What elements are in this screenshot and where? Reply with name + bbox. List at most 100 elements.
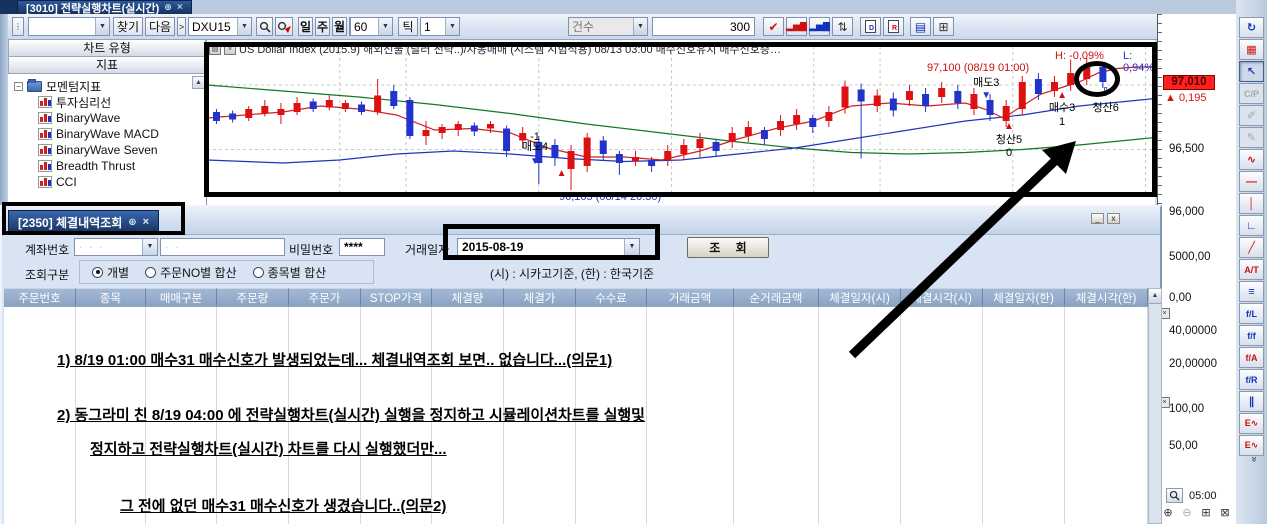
radio-개별[interactable]: 개별 <box>92 264 129 281</box>
bar-count-input[interactable] <box>652 17 755 36</box>
tab-execution-history[interactable]: [2350] 체결내역조회 ⊕ × <box>8 210 159 233</box>
tree-item-BinaryWave Seven[interactable]: BinaryWave Seven <box>14 142 206 158</box>
tree-item-BinaryWave MACD[interactable]: BinaryWave MACD <box>14 126 206 142</box>
column-header-체결일자(한)[interactable]: 체결일자(한) <box>983 288 1065 306</box>
axis-zoom-icon-3[interactable]: ⊠ <box>1217 506 1233 521</box>
tick-button[interactable]: 틱 <box>398 17 418 36</box>
link-icon[interactable]: ⊕ <box>164 2 172 13</box>
zoom-search-button[interactable] <box>1166 488 1183 503</box>
vertical-line-tool-icon[interactable]: │ <box>1239 193 1264 214</box>
angle-line-tool-icon[interactable]: ∟ <box>1239 215 1264 236</box>
tree-item-투자심리선[interactable]: 투자심리선 <box>14 94 206 110</box>
fib-fan-icon[interactable]: f/f <box>1239 325 1264 346</box>
tree-scroll-up-icon[interactable]: ▲ <box>192 76 205 89</box>
chevron-down-icon[interactable]: ▼ <box>378 18 392 35</box>
doc-d-icon[interactable]: D <box>860 17 881 36</box>
column-header-매매구분[interactable]: 매매구분 <box>146 288 217 306</box>
column-header-체결량[interactable]: 체결량 <box>432 288 504 306</box>
fib-arc-icon[interactable]: f/A <box>1239 347 1264 368</box>
segment-tool-icon[interactable]: — <box>1239 171 1264 192</box>
signal-check-icon[interactable]: ✔ <box>763 17 784 36</box>
chevron-down-icon[interactable]: ▼ <box>237 18 251 35</box>
chevron-down-icon[interactable]: ▼ <box>624 239 639 255</box>
column-header-순거래금액[interactable]: 순거래금액 <box>734 288 819 306</box>
parallel-lines-icon[interactable]: ∥ <box>1239 391 1264 412</box>
search-button[interactable] <box>256 17 273 36</box>
radio-주문NO별 합산[interactable]: 주문NO별 합산 <box>145 264 237 281</box>
next-button[interactable]: 다음 <box>145 17 175 36</box>
symbol-search-combobox[interactable]: ▼ <box>28 17 110 36</box>
bar-chart-blue-icon[interactable]: ▂▅▇ <box>809 17 830 36</box>
period-button-월[interactable]: 월 <box>332 17 347 36</box>
period-button-주[interactable]: 주 <box>315 17 330 36</box>
crosshair-tool-icon[interactable]: C/P <box>1239 83 1264 104</box>
tree-item-CCI[interactable]: CCI <box>14 174 206 190</box>
column-header-체결일자(시)[interactable]: 체결일자(시) <box>819 288 901 306</box>
query-button[interactable]: 조 회 <box>687 237 769 258</box>
sort-updown-icon[interactable]: ⇅ <box>832 17 853 36</box>
interval-combobox[interactable]: 60▼ <box>350 17 393 36</box>
chevron-down-icon[interactable]: ▼ <box>142 239 157 255</box>
sidebar-chart-type-header[interactable]: 차트 유형 <box>8 40 206 57</box>
chevron-down-icon[interactable]: ▼ <box>445 18 459 35</box>
collapse-icon[interactable]: − <box>14 82 23 91</box>
panel-minimize-button[interactable]: _ <box>1091 213 1104 224</box>
column-header-주문가[interactable]: 주문가 <box>289 288 361 306</box>
link-icon[interactable]: ⊕ <box>128 217 136 228</box>
column-header-거래금액[interactable]: 거래금액 <box>647 288 734 306</box>
column-header-종목[interactable]: 종목 <box>76 288 146 306</box>
candlestick-chart[interactable]: ▤ × US Dollar Index (2015.9) 해외선물 (달러 전략… <box>207 40 1155 205</box>
tick-count-combobox[interactable]: 1▼ <box>420 17 460 36</box>
chevron-down-icon[interactable]: ▼ <box>95 18 109 35</box>
diagonal-line-tool-icon[interactable]: ╱ <box>1239 237 1264 258</box>
tree-item-BinaryWave[interactable]: BinaryWave <box>14 110 206 126</box>
panel-titlebar[interactable]: [2350] 체결내역조회 ⊕ × _ x <box>2 207 1160 235</box>
close-icon[interactable]: × <box>143 216 149 228</box>
fib-level-icon[interactable]: f/L <box>1239 303 1264 324</box>
count-combobox[interactable]: 건수▼ <box>568 17 648 36</box>
bar-chart-red-icon[interactable]: ▂▅▇ <box>786 17 807 36</box>
column-header-STOP가격[interactable]: STOP가격 <box>361 288 432 306</box>
panel-close-button[interactable]: x <box>1107 213 1120 224</box>
column-header-체결시각(한)[interactable]: 체결시각(한) <box>1065 288 1148 306</box>
cursor-tool-icon[interactable]: ↖ <box>1239 61 1264 82</box>
period-button-일[interactable]: 일 <box>298 17 313 36</box>
close-icon[interactable]: × <box>177 2 183 13</box>
trendline-tool-icon[interactable]: ∿ <box>1239 149 1264 170</box>
table-scrollbar[interactable]: ▲ <box>1148 288 1162 524</box>
axis-zoom-icon-0[interactable]: ⊕ <box>1160 506 1176 521</box>
password-field[interactable]: **** <box>339 238 385 256</box>
axis-zoom-icon-1[interactable]: ⊖ <box>1179 506 1195 521</box>
chart-settings-icon[interactable]: ▦ <box>1239 39 1264 60</box>
fib-lines-icon[interactable]: ≡ <box>1239 281 1264 302</box>
price-axis[interactable]: 97,010 ▲ 0,195 96,50096,0005000,000,0040… <box>1157 14 1236 524</box>
eraser-all-tool-icon[interactable]: ✎ <box>1239 127 1264 148</box>
scroll-up-icon[interactable]: ▲ <box>1149 289 1161 304</box>
grid-view-icon[interactable]: ⊞ <box>933 17 954 36</box>
eraser-tool-icon[interactable]: ✐ <box>1239 105 1264 126</box>
chart-doc-icon[interactable]: ▤ <box>910 17 931 36</box>
elliott-wave-icon[interactable]: E∿ <box>1239 413 1264 434</box>
doc-r-icon[interactable]: R <box>883 17 904 36</box>
toolbar-grip-icon[interactable]: ⋮ <box>12 17 24 36</box>
more-tools-icon[interactable]: » <box>1249 457 1260 469</box>
column-header-주문량[interactable]: 주문량 <box>217 288 289 306</box>
sidebar-indicator-header[interactable]: 지표 <box>8 57 206 74</box>
refresh-icon[interactable]: ↻ <box>1239 17 1264 38</box>
column-header-수수료[interactable]: 수수료 <box>576 288 647 306</box>
column-header-체결가[interactable]: 체결가 <box>504 288 576 306</box>
symbol-combobox[interactable]: DXU15▼ <box>188 17 252 36</box>
text-tool-icon[interactable]: A/T <box>1239 259 1264 280</box>
column-header-주문번호[interactable]: 주문번호 <box>4 288 76 306</box>
tree-root-momentum[interactable]: − 모멘텀지표 <box>14 78 206 94</box>
fib-retracement-icon[interactable]: f/R <box>1239 369 1264 390</box>
trade-date-combobox[interactable]: 2015-08-19▼ <box>457 238 640 256</box>
tab-strategy-chart[interactable]: [3010] 전략실행차트(실시간) ⊕ × <box>17 0 192 14</box>
tree-item-Breadth Thrust[interactable]: Breadth Thrust <box>14 158 206 174</box>
account-combobox[interactable]: · · ·▼ <box>74 238 158 256</box>
account-name-field[interactable]: · · <box>160 238 285 256</box>
axis-zoom-icon-2[interactable]: ⊞ <box>1198 506 1214 521</box>
search-signal-button[interactable] <box>275 17 293 36</box>
expand-button[interactable]: > <box>177 17 186 36</box>
elliott-wave2-icon[interactable]: E∿ <box>1239 435 1264 456</box>
